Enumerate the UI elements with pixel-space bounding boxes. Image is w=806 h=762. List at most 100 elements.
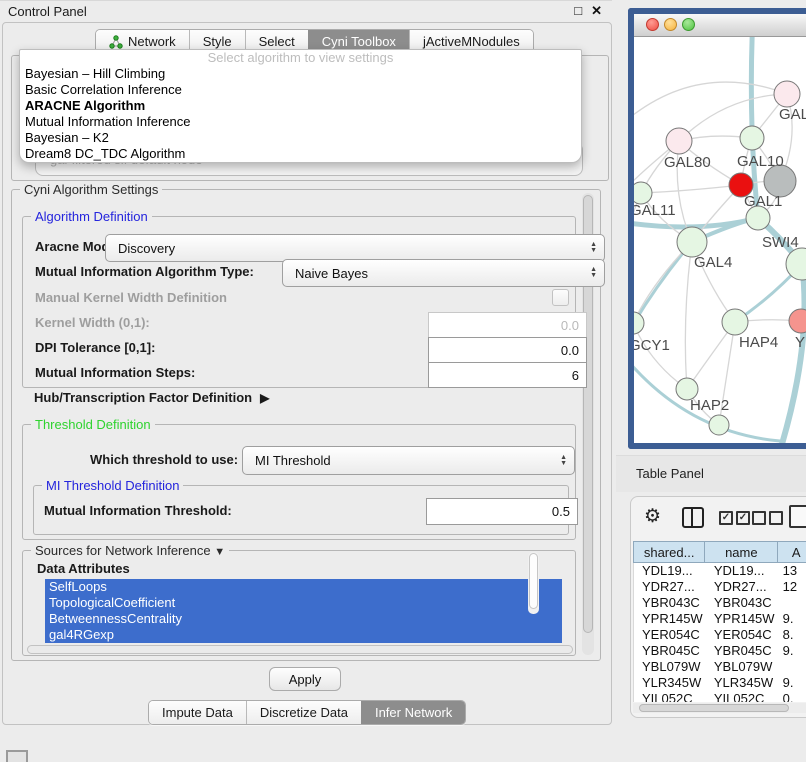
column-header-2[interactable]: name xyxy=(705,541,778,563)
tab-impute-data[interactable]: Impute Data xyxy=(149,701,246,724)
attributes-vertical-scrollbar[interactable] xyxy=(528,552,539,614)
float-window-icon[interactable]: □ xyxy=(574,3,582,19)
mi-steps-field[interactable]: 6 xyxy=(428,362,587,388)
table-cell: YLR345W xyxy=(634,675,706,691)
network-node[interactable] xyxy=(709,415,729,435)
attribute-list-item[interactable]: SelfLoops xyxy=(45,579,562,595)
node-table: shared...nameA YDL19...YDL19...13YDR27..… xyxy=(633,541,806,702)
tab-label: Discretize Data xyxy=(260,705,348,720)
algorithm-option[interactable]: Dream8 DC_TDC Algorithm xyxy=(20,146,581,162)
table-row[interactable]: YBR043CYBR043C xyxy=(634,595,806,611)
attribute-list-item[interactable]: gal4RGexp xyxy=(45,627,562,643)
which-threshold-label: Which threshold to use: xyxy=(90,452,238,467)
column-header-3[interactable]: A xyxy=(778,541,806,563)
network-node[interactable] xyxy=(634,182,652,204)
mi-algo-type-label: Mutual Information Algorithm Type: xyxy=(35,264,254,279)
table-row[interactable]: YLR345WYLR345W9. xyxy=(634,675,806,691)
aracne-mode-combobox[interactable]: Discovery ▲▼ xyxy=(105,234,605,262)
table-cell: YER054C xyxy=(706,627,779,643)
mi-threshold-field[interactable]: 0.5 xyxy=(426,498,578,525)
table-row[interactable]: YBR045CYBR045C9. xyxy=(634,643,806,659)
network-edge[interactable] xyxy=(685,242,692,389)
data-attributes-label: Data Attributes xyxy=(37,561,130,576)
network-edge[interactable] xyxy=(634,323,687,389)
which-threshold-combobox[interactable]: MI Threshold ▲▼ xyxy=(242,446,575,475)
control-panel-window: Control Panel □ ✕ NetworkStyleSelectCyni… xyxy=(0,0,612,724)
network-node[interactable] xyxy=(789,309,806,333)
network-node[interactable] xyxy=(634,312,644,334)
apply-button[interactable]: Apply xyxy=(269,667,341,691)
split-columns-icon[interactable] xyxy=(682,507,704,528)
node-label: GAL4 xyxy=(694,254,732,271)
table-cell: 9. xyxy=(779,643,806,659)
table-cell: YBR043C xyxy=(634,595,706,611)
select-all-checkboxes-icon[interactable]: ✓ ✓ xyxy=(719,511,750,525)
algorithm-option[interactable]: ARACNE Algorithm xyxy=(20,98,581,114)
deselect-all-checkboxes-icon[interactable] xyxy=(752,511,783,525)
algorithm-dropdown-hint: Select algorithm to view settings xyxy=(20,50,581,66)
algorithm-option[interactable]: Mutual Information Inference xyxy=(20,114,581,130)
table-row[interactable]: YIL052CYIL052C0. xyxy=(634,691,806,702)
network-view-window[interactable]: GALGAL80GAL10GAL1GAL11SWI4GAL4GCY1HAP4YH… xyxy=(628,8,806,449)
mi-algo-type-combobox[interactable]: Naive Bayes ▲▼ xyxy=(282,259,605,287)
table-row[interactable]: YDL19...YDL19...13 xyxy=(634,563,806,579)
table-cell: 0. xyxy=(779,691,806,702)
kernel-width-field[interactable]: 0.0 xyxy=(428,312,587,338)
new-table-icon[interactable] xyxy=(789,505,806,528)
network-window-titlebar[interactable] xyxy=(634,14,806,37)
network-edge[interactable] xyxy=(782,264,805,443)
control-panel-title: Control Panel xyxy=(8,4,87,19)
network-edge[interactable] xyxy=(641,185,741,193)
network-canvas[interactable]: GALGAL80GAL10GAL1GAL11SWI4GAL4GCY1HAP4YH… xyxy=(634,37,806,443)
close-icon[interactable]: ✕ xyxy=(591,3,602,19)
network-node[interactable] xyxy=(740,126,764,150)
algorithm-option[interactable]: Bayesian – Hill Climbing xyxy=(20,66,581,82)
gear-icon[interactable]: ⚙ xyxy=(644,504,661,530)
attribute-list-item[interactable]: TopologicalCoefficient xyxy=(45,595,562,611)
attribute-list-item[interactable]: BetweennessCentrality xyxy=(45,611,562,627)
mi-threshold-definition-title: MI Threshold Definition xyxy=(42,478,183,493)
table-horizontal-scrollbar[interactable] xyxy=(633,703,806,713)
table-cell: YDL19... xyxy=(706,563,779,579)
collapsed-panel-icon[interactable] xyxy=(6,750,28,762)
tab-infer-network[interactable]: Infer Network xyxy=(361,701,465,724)
algorithm-option[interactable]: Basic Correlation Inference xyxy=(20,82,581,98)
hub-definition-expander[interactable]: Hub/Transcription Factor Definition▶ xyxy=(34,390,269,405)
screen: Control Panel □ ✕ NetworkStyleSelectCyni… xyxy=(0,0,806,762)
manual-kernel-width-checkbox[interactable] xyxy=(552,289,569,306)
scrollbar-thumb[interactable] xyxy=(529,553,538,609)
network-node[interactable] xyxy=(677,227,707,257)
algorithm-option[interactable]: Bayesian – K2 xyxy=(20,130,581,146)
table-row[interactable]: YPR145WYPR145W9. xyxy=(634,611,806,627)
attributes-horizontal-scrollbar[interactable] xyxy=(27,645,573,654)
network-node[interactable] xyxy=(774,81,800,107)
tab-label: Style xyxy=(203,34,232,49)
network-edge[interactable] xyxy=(634,82,787,119)
zoom-traffic-light-icon[interactable] xyxy=(682,18,695,31)
table-cell xyxy=(779,595,806,611)
node-label: HAP2 xyxy=(690,397,729,414)
unchecked-box-icon xyxy=(769,511,783,525)
dpi-tolerance-label: DPI Tolerance [0,1]: xyxy=(35,340,155,355)
scrollbar-thumb[interactable] xyxy=(27,645,573,654)
node-label: GCY1 xyxy=(634,337,670,354)
control-panel-body: NetworkStyleSelectCyni ToolboxjActiveMNo… xyxy=(2,22,612,725)
close-traffic-light-icon[interactable] xyxy=(646,18,659,31)
table-row[interactable]: YDR27...YDR27...12 xyxy=(634,579,806,595)
sources-group-title[interactable]: Sources for Network Inference ▼ xyxy=(31,543,229,558)
table-row[interactable]: YER054CYER054C8. xyxy=(634,627,806,643)
tab-discretize-data[interactable]: Discretize Data xyxy=(246,701,361,724)
network-edge[interactable] xyxy=(679,94,787,141)
scrollbar-thumb[interactable] xyxy=(639,704,789,712)
minimize-traffic-light-icon[interactable] xyxy=(664,18,677,31)
network-graph[interactable]: GALGAL80GAL10GAL1GAL11SWI4GAL4GCY1HAP4YH… xyxy=(634,37,806,443)
dpi-tolerance-field[interactable]: 0.0 xyxy=(428,337,587,363)
algorithm-dropdown-list: Select algorithm to view settings Bayesi… xyxy=(19,49,582,163)
cyni-algorithm-settings-group: Cyni Algorithm Settings Algorithm Defini… xyxy=(11,189,601,661)
table-cell: 9. xyxy=(779,675,806,691)
column-header-1[interactable]: shared... xyxy=(633,541,705,563)
mi-algo-type-value: Naive Bayes xyxy=(295,266,368,281)
network-node[interactable] xyxy=(666,128,692,154)
table-row[interactable]: YBL079WYBL079W xyxy=(634,659,806,675)
network-node[interactable] xyxy=(722,309,748,335)
